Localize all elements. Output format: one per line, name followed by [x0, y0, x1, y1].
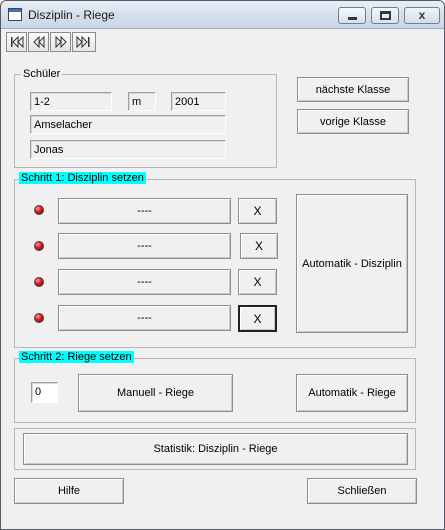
previous-record-button[interactable] — [28, 32, 49, 52]
disziplin-4-button[interactable]: ---- — [58, 305, 231, 331]
auto-riege-button[interactable]: Automatik - Riege — [296, 374, 408, 412]
window-title: Disziplin - Riege — [28, 8, 115, 22]
disziplin-1-button[interactable]: ---- — [58, 198, 231, 224]
manual-riege-button[interactable]: Manuell - Riege — [78, 374, 233, 412]
clear-disziplin-2-button[interactable]: X — [240, 233, 278, 259]
clear-disziplin-4-button[interactable]: X — [238, 305, 277, 332]
maximize-button[interactable] — [371, 7, 399, 24]
first-record-icon — [11, 36, 24, 48]
maximize-icon — [380, 11, 391, 20]
next-class-button[interactable]: nächste Klasse — [297, 77, 409, 102]
first-record-button[interactable] — [6, 32, 27, 52]
minimize-button[interactable] — [338, 7, 366, 24]
riege-input[interactable]: 0 — [31, 382, 58, 403]
statistik-button[interactable]: Statistik: Disziplin - Riege — [23, 433, 408, 465]
app-icon — [8, 8, 22, 21]
close-window-button[interactable]: x — [404, 7, 440, 24]
next-record-button[interactable] — [50, 32, 71, 52]
help-button[interactable]: Hilfe — [14, 478, 124, 504]
clear-disziplin-3-button[interactable]: X — [238, 269, 277, 295]
clear-disziplin-1-button[interactable]: X — [238, 198, 277, 224]
previous-class-button[interactable]: vorige Klasse — [297, 109, 409, 134]
schritt1-legend: Schritt 1: Disziplin setzen — [19, 172, 146, 184]
disziplin-3-button[interactable]: ---- — [58, 269, 231, 295]
jahrgang-field: 2001 — [171, 92, 226, 111]
last-record-icon — [76, 36, 90, 48]
schueler-legend: Schüler — [21, 68, 63, 80]
red-led-icon — [34, 241, 44, 251]
previous-record-icon — [33, 36, 45, 48]
schritt2-legend: Schritt 2: Riege setzen — [19, 351, 134, 363]
red-led-icon — [34, 313, 44, 323]
close-button[interactable]: Schließen — [307, 478, 417, 504]
title-bar[interactable]: Disziplin - Riege x — [1, 1, 444, 29]
red-led-icon — [34, 277, 44, 287]
klasse-field: 1-2 — [30, 92, 112, 111]
red-led-icon — [34, 205, 44, 215]
last-record-button[interactable] — [72, 32, 96, 52]
vorname-field: Jonas — [30, 140, 226, 159]
minimize-icon — [348, 17, 357, 20]
geschlecht-field: m — [128, 92, 156, 111]
close-icon: x — [418, 8, 426, 22]
disziplin-2-button[interactable]: ---- — [58, 233, 231, 259]
window: Disziplin - Riege x Schüler 1-2 m 2001 A… — [0, 0, 445, 530]
next-record-icon — [55, 36, 67, 48]
auto-disziplin-button[interactable]: Automatik - Disziplin — [296, 194, 408, 333]
nachname-field: Amselacher — [30, 115, 226, 134]
